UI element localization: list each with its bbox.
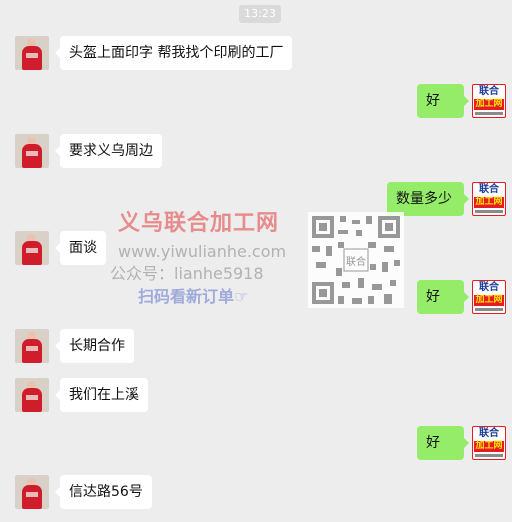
- company-logo-avatar[interactable]: 联合 加工网: [472, 280, 506, 314]
- message-row: 好 联合 加工网: [0, 280, 512, 320]
- logo-text-bottom: 加工网: [474, 197, 504, 208]
- message-row: 信达路56号: [0, 475, 512, 515]
- user-avatar[interactable]: [15, 231, 49, 265]
- message-row: 好 联合 加工网: [0, 426, 512, 466]
- incoming-message-bubble[interactable]: 我们在上溪: [55, 378, 148, 412]
- user-avatar[interactable]: [15, 329, 49, 363]
- message-row: 数量多少 联合 加工网: [0, 182, 512, 222]
- logo-text-top: 联合: [479, 86, 499, 97]
- message-row: 长期合作: [0, 329, 512, 369]
- message-row: 头盔上面印字 帮我找个印刷的工厂: [0, 36, 512, 76]
- logo-text-top: 联合: [479, 282, 499, 293]
- message-timestamp: 13:23: [239, 5, 281, 23]
- logo-text-bottom: 加工网: [474, 441, 504, 452]
- incoming-message-bubble[interactable]: 长期合作: [55, 329, 134, 363]
- logo-text-top: 联合: [479, 428, 499, 439]
- outgoing-message-bubble[interactable]: 数量多少: [387, 182, 469, 216]
- logo-text-bottom: 加工网: [474, 99, 504, 110]
- outgoing-message-bubble[interactable]: 好: [417, 426, 469, 460]
- company-logo-avatar[interactable]: 联合 加工网: [472, 182, 506, 216]
- user-avatar[interactable]: [15, 475, 49, 509]
- incoming-message-bubble[interactable]: 头盔上面印字 帮我找个印刷的工厂: [54, 36, 293, 70]
- company-logo-avatar[interactable]: 联合 加工网: [472, 426, 506, 460]
- company-logo-avatar[interactable]: 联合 加工网: [472, 84, 506, 118]
- outgoing-message-bubble[interactable]: 好: [417, 280, 469, 314]
- message-row: 好 联合 加工网: [0, 84, 512, 124]
- incoming-message-bubble[interactable]: 面谈: [55, 231, 106, 265]
- chat-window: 13:23 头盔上面印字 帮我找个印刷的工厂 好 联合 加工网 要求义乌周边 数…: [0, 0, 512, 522]
- message-row: 面谈: [0, 231, 512, 271]
- incoming-message-bubble[interactable]: 要求义乌周边: [55, 134, 162, 168]
- logo-text-top: 联合: [479, 184, 499, 195]
- message-row: 要求义乌周边: [0, 134, 512, 174]
- outgoing-message-bubble[interactable]: 好: [417, 84, 469, 118]
- user-avatar[interactable]: [15, 36, 49, 70]
- logo-text-bottom: 加工网: [474, 295, 504, 306]
- user-avatar[interactable]: [15, 378, 49, 412]
- message-row: 我们在上溪: [0, 378, 512, 418]
- incoming-message-bubble[interactable]: 信达路56号: [55, 475, 152, 509]
- user-avatar[interactable]: [15, 134, 49, 168]
